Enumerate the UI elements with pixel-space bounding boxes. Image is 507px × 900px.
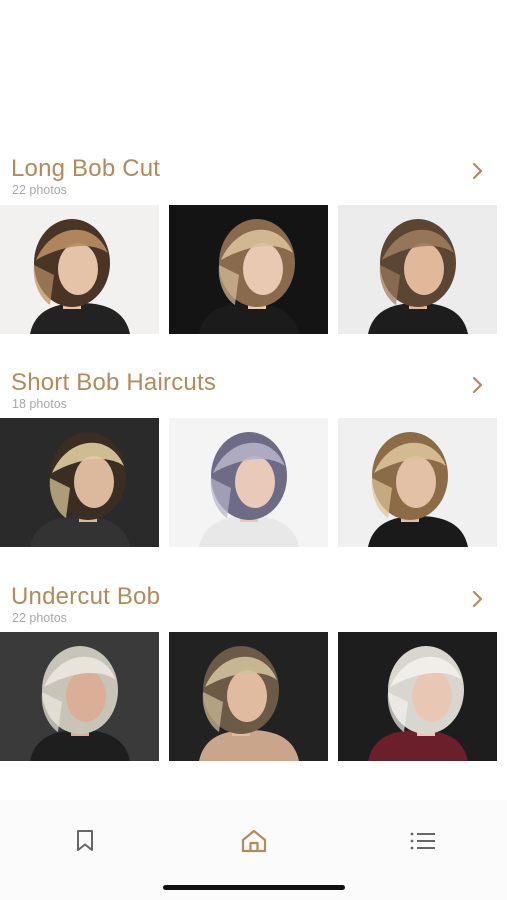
home-icon: [241, 829, 267, 853]
list-icon: [410, 832, 435, 850]
chevron-right-icon[interactable]: [471, 589, 485, 609]
photo-thumbnail[interactable]: [0, 205, 159, 334]
photo-row: [0, 205, 507, 334]
section-header[interactable]: Undercut Bob 22 photos: [0, 583, 507, 631]
chevron-right-icon[interactable]: [471, 161, 485, 181]
section-long-bob-cut: Long Bob Cut 22 photos: [0, 155, 507, 203]
photo-thumbnail[interactable]: [338, 205, 497, 334]
photo-row: [0, 632, 507, 761]
home-indicator[interactable]: [163, 885, 345, 890]
photo-thumbnail[interactable]: [0, 418, 159, 547]
section-title: Long Bob Cut: [11, 155, 161, 182]
photo-row: [0, 418, 507, 547]
photo-thumbnail[interactable]: [169, 205, 328, 334]
photo-thumbnail[interactable]: [169, 632, 328, 761]
section-header[interactable]: Long Bob Cut 22 photos: [0, 155, 507, 203]
tab-bookmarks[interactable]: [70, 826, 100, 856]
photo-thumbnail[interactable]: [0, 632, 159, 761]
photo-thumbnail[interactable]: [338, 418, 497, 547]
bookmark-icon: [77, 830, 93, 851]
section-photo-count: 22 photos: [12, 611, 67, 625]
section-header[interactable]: Short Bob Haircuts 18 photos: [0, 369, 507, 417]
section-photo-count: 22 photos: [12, 183, 67, 197]
photo-thumbnail[interactable]: [338, 632, 497, 761]
section-title: Undercut Bob: [11, 583, 161, 610]
photo-thumbnail[interactable]: [169, 418, 328, 547]
section-photo-count: 18 photos: [12, 397, 67, 411]
chevron-right-icon[interactable]: [471, 375, 485, 395]
section-undercut-bob: Undercut Bob 22 photos: [0, 583, 507, 631]
tab-list[interactable]: [408, 826, 438, 856]
section-title: Short Bob Haircuts: [11, 369, 217, 396]
section-short-bob-haircuts: Short Bob Haircuts 18 photos: [0, 369, 507, 417]
tab-home[interactable]: [239, 826, 269, 856]
